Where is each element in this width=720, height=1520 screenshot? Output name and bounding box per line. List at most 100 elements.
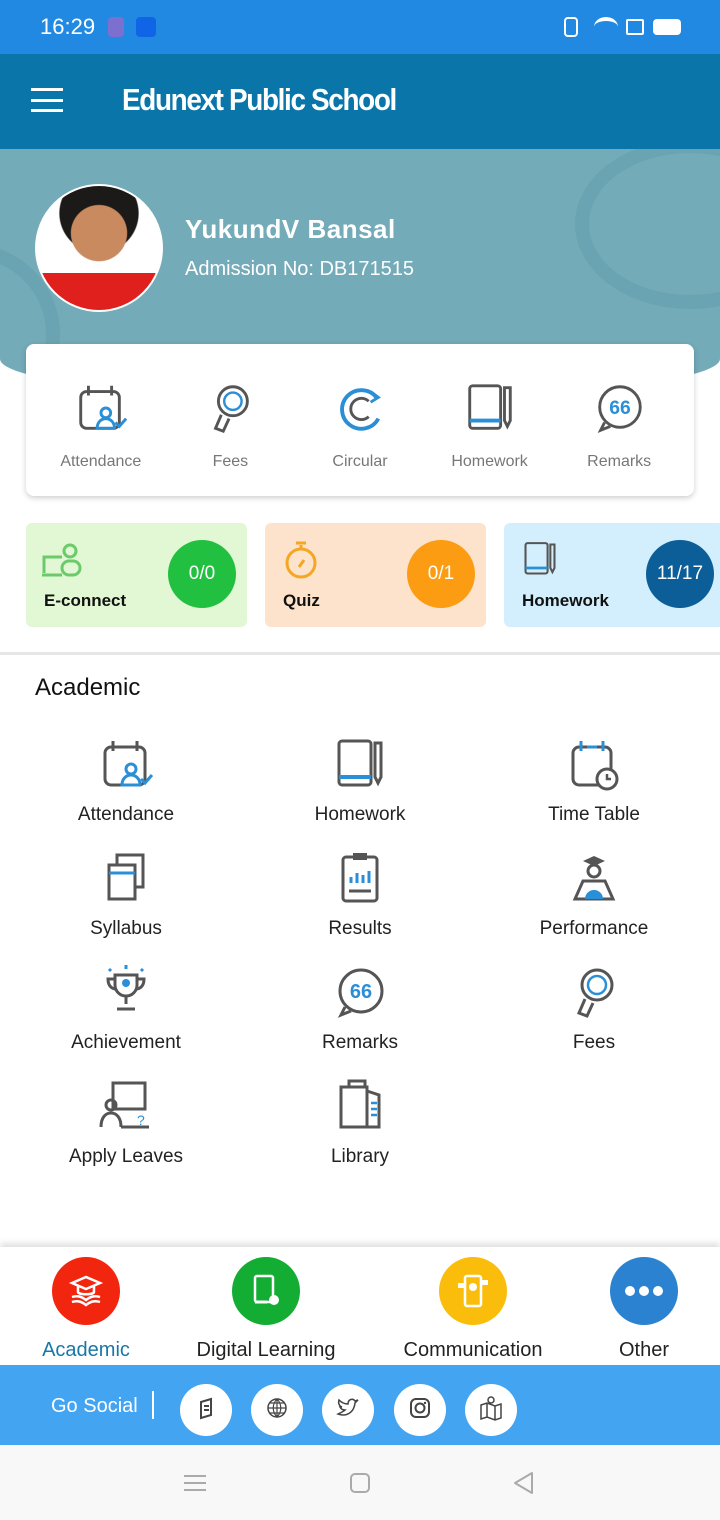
summary-tiles: E-connect 0/0 Quiz 0/1 Homework 11/17 (26, 523, 720, 627)
wifi-icon (594, 17, 618, 37)
tile-homework[interactable]: Homework 11/17 (504, 523, 720, 627)
academic-item-label: Library (330, 1146, 390, 1167)
divider (0, 652, 720, 655)
academic-item-label: Attendance (77, 804, 175, 825)
tile-quiz[interactable]: Quiz 0/1 (265, 523, 486, 627)
circular-icon (332, 388, 388, 440)
quick-action-label: Remarks (587, 453, 652, 470)
quick-action-circular[interactable]: Circular (300, 344, 420, 496)
instagram-button[interactable] (394, 1384, 446, 1436)
quick-action-remarks[interactable]: 66 Remarks (559, 344, 679, 496)
location-button[interactable] (465, 1384, 517, 1436)
academic-item-homework[interactable]: Homework (243, 735, 477, 849)
twitter-button[interactable] (322, 1384, 374, 1436)
quick-action-fees[interactable]: Fees (170, 344, 290, 496)
blog-icon (196, 1396, 216, 1425)
remarks-icon: 66 (591, 385, 647, 440)
twitter-icon (335, 1396, 361, 1425)
tile-label: Quiz (283, 591, 320, 610)
avatar[interactable] (35, 184, 163, 312)
blog-button[interactable] (180, 1384, 232, 1436)
status-time: 16:29 (40, 14, 96, 39)
vibrate-icon (564, 17, 578, 37)
leave-icon: ? (97, 1081, 155, 1139)
attendance-icon (73, 385, 129, 440)
admission-number: Admission No: DB171515 (185, 258, 415, 280)
nav-communication[interactable]: Communication (393, 1257, 553, 1362)
nav-label: Other (618, 1339, 670, 1361)
performance-icon (565, 856, 623, 911)
battery-icon (653, 19, 681, 35)
nav-label: Communication (403, 1339, 543, 1361)
quick-actions-card: Attendance Fees Circular Homework 66 Rema… (26, 344, 694, 496)
academic-item-time-table[interactable]: Time Table (477, 735, 711, 849)
academic-icon (52, 1257, 120, 1325)
bottom-nav: Academic Digital Learning Communication … (0, 1247, 720, 1365)
results-icon (331, 853, 389, 911)
map-icon (478, 1395, 504, 1426)
remarks-icon: 66 (331, 968, 389, 1025)
menu-icon[interactable] (31, 88, 63, 112)
academic-item-fees[interactable]: Fees (477, 963, 711, 1077)
back-icon[interactable] (512, 1471, 534, 1495)
separator (152, 1391, 154, 1419)
status-bar: 16:29 (0, 0, 720, 54)
fees-icon (565, 968, 623, 1025)
app-bar: Edunext Public School (0, 54, 720, 149)
academic-item-label: Fees (572, 1032, 616, 1053)
quick-action-attendance[interactable]: Attendance (41, 344, 161, 496)
notification-icon (108, 17, 124, 37)
homework-icon (462, 384, 518, 440)
quick-action-label: Attendance (60, 453, 142, 470)
quick-action-homework[interactable]: Homework (430, 344, 550, 496)
quick-action-label: Homework (451, 453, 528, 470)
academic-grid: Attendance Homework Time Table Syllabus Resu… (9, 735, 711, 1191)
tile-label: E-connect (44, 591, 127, 610)
system-nav-bar (0, 1445, 720, 1520)
tile-count-badge: 0/1 (407, 540, 475, 608)
tile-count-badge: 11/17 (646, 540, 714, 608)
academic-item-label: Homework (314, 804, 406, 825)
quick-action-label: Circular (332, 453, 388, 470)
academic-item-label: Achievement (71, 1032, 181, 1053)
academic-item-label: Performance (539, 918, 649, 939)
social-bar: Go Social (0, 1365, 720, 1445)
trophy-icon (97, 965, 155, 1025)
decorative-ring (575, 149, 720, 309)
instagram-icon (408, 1396, 432, 1425)
academic-item-label: Syllabus (90, 918, 162, 939)
academic-item-attendance[interactable]: Attendance (9, 735, 243, 849)
app-title: Edunext Public School (122, 82, 397, 117)
fees-icon (202, 385, 258, 440)
tile-econnect[interactable]: E-connect 0/0 (26, 523, 247, 627)
globe-icon (265, 1396, 289, 1425)
academic-item-library[interactable]: Library (243, 1077, 477, 1191)
nav-academic[interactable]: Academic (36, 1257, 136, 1362)
sim-icon (626, 19, 644, 35)
library-icon (331, 1079, 389, 1139)
nav-other[interactable]: Other (594, 1257, 694, 1362)
academic-item-label: Results (328, 918, 392, 939)
go-social-label: Go Social (51, 1395, 138, 1417)
nav-label: Academic (42, 1339, 130, 1361)
more-icon (610, 1257, 678, 1325)
academic-item-remarks[interactable]: 66 Remarks (243, 963, 477, 1077)
nav-label: Digital Learning (196, 1339, 336, 1361)
nav-digital-learning[interactable]: Digital Learning (186, 1257, 346, 1362)
attendance-icon (97, 741, 155, 797)
website-button[interactable] (251, 1384, 303, 1436)
recent-apps-icon[interactable] (184, 1473, 206, 1493)
tile-label: Homework (522, 591, 609, 610)
home-icon[interactable] (349, 1472, 371, 1494)
academic-item-performance[interactable]: Performance (477, 849, 711, 963)
academic-item-syllabus[interactable]: Syllabus (9, 849, 243, 963)
academic-item-apply-leaves[interactable]: ? Apply Leaves (9, 1077, 243, 1191)
svg-text:66: 66 (609, 398, 631, 419)
svg-text:?: ? (137, 1112, 145, 1128)
usb-icon (136, 17, 156, 37)
homework-icon (331, 739, 389, 797)
academic-item-results[interactable]: Results (243, 849, 477, 963)
quick-action-label: Fees (212, 453, 249, 470)
student-name: YukundV Bansal (185, 214, 396, 244)
academic-item-achievement[interactable]: Achievement (9, 963, 243, 1077)
